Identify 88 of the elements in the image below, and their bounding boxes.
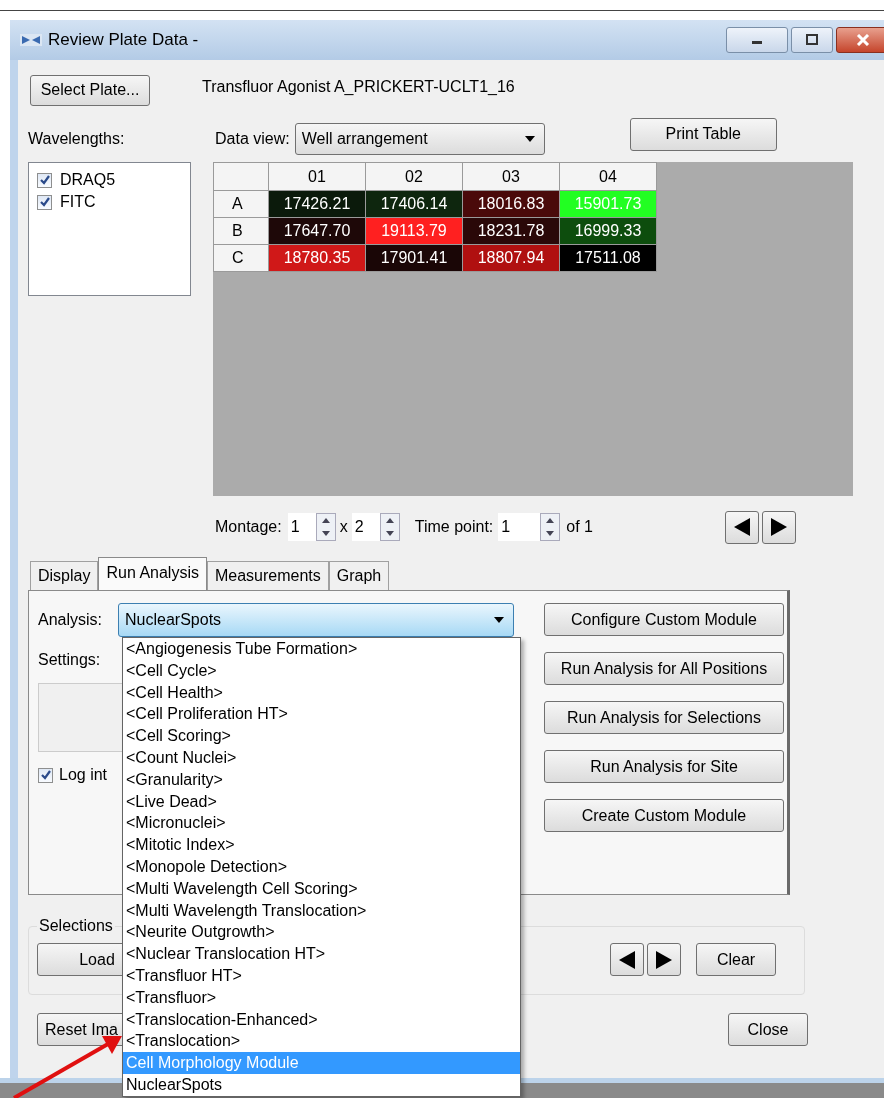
option-item[interactable]: <Micronuclei> (123, 812, 520, 835)
checkbox[interactable] (37, 194, 52, 210)
well-cell[interactable]: 17647.70 (268, 217, 366, 245)
well-cell[interactable]: 18807.94 (462, 244, 560, 272)
well-cell[interactable]: 17511.08 (559, 244, 657, 272)
option-item[interactable]: <Cell Proliferation HT> (123, 703, 520, 726)
well-cell[interactable]: 16999.33 (559, 217, 657, 245)
next-button[interactable] (647, 943, 681, 976)
spin-buttons[interactable] (315, 513, 336, 541)
left-triangle-icon (617, 949, 637, 970)
tab[interactable]: Display (30, 561, 99, 590)
wavelength-label: DRAQ5 (60, 171, 116, 189)
spin-buttons[interactable] (379, 513, 400, 541)
checkbox[interactable] (37, 172, 52, 188)
option-item[interactable]: <Multi Wavelength Translocation> (123, 899, 520, 922)
checkbox-label: Log int (59, 766, 108, 784)
previous-button[interactable] (610, 943, 644, 976)
clear-button[interactable]: Clear (696, 943, 776, 976)
montage-label: Montage: (215, 518, 282, 536)
analysis-button[interactable]: Create Custom Module (544, 799, 784, 832)
well-cell[interactable]: 18780.35 (268, 244, 366, 272)
select-plate-button[interactable]: Select Plate... (30, 74, 150, 106)
row-header: A (213, 190, 269, 218)
option-item[interactable]: <Monopole Detection> (123, 855, 520, 878)
well-cell[interactable]: 17426.21 (268, 190, 366, 218)
print-table-button[interactable]: Print Table (629, 117, 777, 151)
option-item[interactable]: <Multi Wavelength Cell Scoring> (123, 877, 520, 900)
option-item[interactable]: <Live Dead> (123, 790, 520, 813)
dropdown-arrow-icon (493, 616, 506, 624)
right-triangle-icon (769, 517, 789, 537)
option-item[interactable]: <Angiogenesis Tube Formation> (123, 638, 520, 660)
previous-button[interactable] (725, 510, 759, 544)
well-cell[interactable]: 17901.41 (365, 244, 463, 272)
option-item[interactable]: <Cell Health> (123, 681, 520, 704)
analysis-label: Analysis: (38, 611, 103, 629)
maximize-icon (805, 34, 819, 46)
wavelengths-label: Wavelengths: (28, 130, 126, 148)
tab[interactable]: Measurements (206, 561, 329, 590)
analysis-button[interactable]: Run Analysis for Site (544, 750, 784, 783)
montage-rows-field[interactable]: 2 (351, 513, 380, 541)
well-cell[interactable]: 17406.14 (365, 190, 463, 218)
time-point-field[interactable]: 1 (498, 513, 541, 541)
analysis-button[interactable]: Configure Custom Module (544, 603, 784, 636)
option-item[interactable]: <Neurite Outgrowth> (123, 921, 520, 944)
data-view-label: Data view: (215, 130, 290, 148)
close-button[interactable] (836, 27, 884, 53)
well-cell[interactable]: 18231.78 (462, 217, 560, 245)
analysis-dropdown[interactable]: NuclearSpots (118, 603, 515, 637)
close-dialog-button[interactable]: Close (728, 1013, 808, 1046)
row-header: C (213, 244, 269, 272)
time-point-total: of 1 (566, 518, 593, 536)
option-item[interactable]: <Cell Scoring> (123, 725, 520, 747)
left-triangle-icon (732, 517, 752, 537)
column-header: 03 (462, 162, 560, 191)
montage-columns-field[interactable]: 1 (287, 513, 316, 541)
column-header: 02 (365, 162, 463, 191)
settings-label: Settings: (38, 651, 102, 669)
close-icon (855, 34, 871, 46)
option-item[interactable]: NuclearSpots (123, 1073, 520, 1096)
option-item[interactable]: <Cell Cycle> (123, 659, 520, 682)
analysis-button[interactable]: Run Analysis for All Positions (544, 652, 784, 685)
checkbox[interactable] (38, 767, 53, 783)
data-view-dropdown[interactable]: Well arrangement (294, 123, 545, 155)
option-item[interactable]: <Count Nuclei> (123, 747, 520, 769)
option-item[interactable]: <Transfluor> (123, 986, 520, 1009)
row-header: B (213, 217, 269, 245)
well-cell[interactable]: 18016.83 (462, 190, 560, 218)
spin-buttons[interactable] (540, 513, 561, 541)
column-header: 01 (268, 162, 366, 191)
analysis-button[interactable]: Run Analysis for Selections (544, 701, 784, 734)
column-header: 04 (559, 162, 657, 191)
tab[interactable]: Run Analysis (98, 557, 207, 590)
well-cell[interactable]: 19113.79 (365, 217, 463, 245)
option-item[interactable]: <Mitotic Index> (123, 834, 520, 856)
window-title: Review Plate Data - (48, 30, 199, 50)
app-icon (20, 32, 42, 48)
selections-label: Selections (38, 917, 114, 935)
time-point-label: Time point: (414, 518, 494, 536)
montage-separator: x (339, 518, 348, 536)
plate-name: Transfluor Agonist A_PRICKERT-UCLT1_16 (202, 78, 515, 96)
wavelength-label: FITC (60, 193, 96, 211)
right-triangle-icon (654, 949, 674, 970)
option-item[interactable]: <Granularity> (123, 768, 520, 791)
maximize-button[interactable] (791, 27, 833, 53)
next-button[interactable] (762, 510, 796, 544)
tab[interactable]: Graph (328, 561, 390, 590)
dropdown-arrow-icon (523, 135, 536, 143)
corner-header (213, 162, 269, 191)
